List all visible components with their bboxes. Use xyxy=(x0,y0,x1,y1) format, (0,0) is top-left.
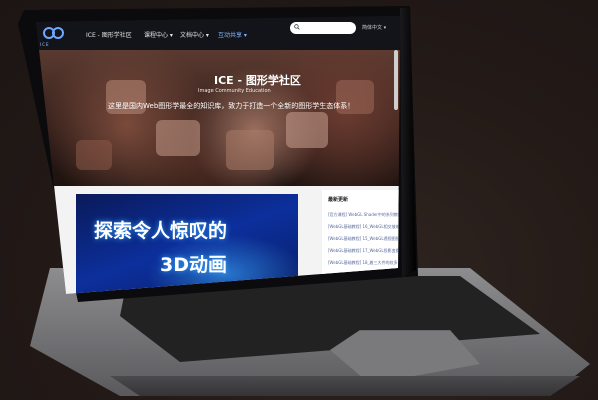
sidebar-item[interactable]: [WebGL基础教程] 16_WebGL相交放缩 xyxy=(328,224,400,230)
hero-title: ICE - 图形学社区 xyxy=(214,74,301,87)
banner-headline: 探索令人惊叹的 xyxy=(94,220,228,242)
top-navbar: ICE ICE - 图形学社区 课程中心 ▾ 文档中心 ▾ 互动共享 ▾ 简体中… xyxy=(36,16,400,50)
ice-cube-decoration xyxy=(156,120,200,156)
ice-cube-decoration xyxy=(286,112,328,148)
sidebar-item[interactable]: [官方课程] WebGL Shader中的系列教程 xyxy=(328,212,400,218)
logo-text: ICE xyxy=(40,42,50,47)
hero-description: 这里是国内Web图形学最全的知识库，致力于打造一个全新的图形学生态体系！ xyxy=(108,102,355,110)
language-select[interactable]: 简体中文 ▾ xyxy=(362,24,386,31)
nav-item-share[interactable]: 互动共享 ▾ xyxy=(218,30,247,39)
hero-banner: ICE - 图形学社区 Image Community Education 这里… xyxy=(36,50,400,186)
ice-cube-decoration xyxy=(76,140,112,170)
sidebar-item[interactable]: [WebGL基础教程] 17_WebGL投影变换 xyxy=(328,248,400,254)
nav-brand-link[interactable]: ICE - 图形学社区 xyxy=(86,30,132,39)
laptop-screen: ICE - 图形学社区 Image Community Education 这里… xyxy=(36,16,400,294)
nav-item-docs[interactable]: 文档中心 ▾ xyxy=(180,30,209,39)
nav-item-courses[interactable]: 课程中心 ▾ xyxy=(144,30,173,39)
ice-cube-decoration xyxy=(226,130,274,170)
banner-subheadline: 3D动画 xyxy=(160,254,227,276)
sidebar-item[interactable]: [WebGL基础教程] 15_WebGL透视图投 xyxy=(328,236,400,242)
page-scrollbar[interactable] xyxy=(394,50,398,110)
sidebar-item[interactable]: [WebGL基础教程] 18_着三大件的纹多 xyxy=(328,260,400,266)
search-icon xyxy=(294,24,300,30)
search-input[interactable] xyxy=(290,22,356,34)
sidebar-title: 最新更新 xyxy=(328,197,349,203)
hero-subtitle: Image Community Education xyxy=(198,88,271,94)
laptop-front-edge xyxy=(110,376,580,396)
